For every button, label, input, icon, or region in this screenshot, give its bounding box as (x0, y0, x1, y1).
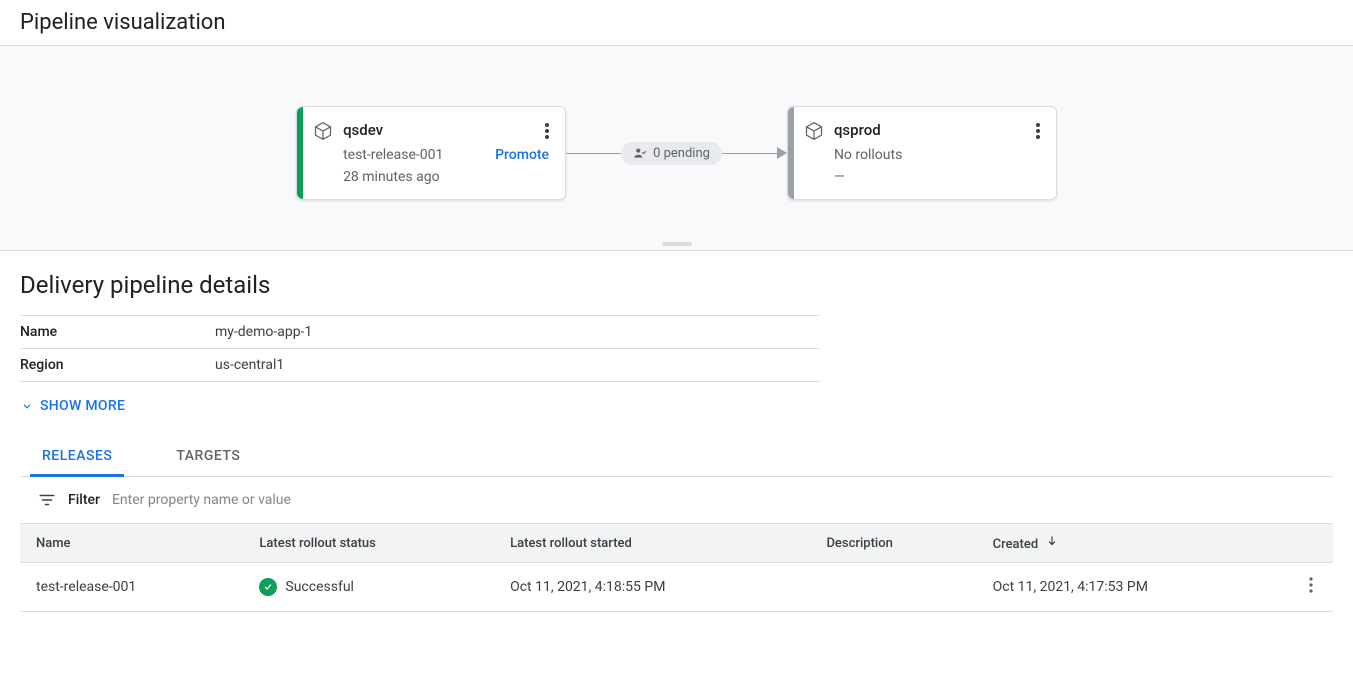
col-created[interactable]: Created (977, 524, 1293, 563)
pending-label: 0 pending (653, 146, 710, 161)
stage-menu-button[interactable] (1032, 119, 1044, 147)
stage-name: qsdev (343, 121, 549, 139)
tabs: RELEASES TARGETS (20, 438, 1333, 477)
stage-release: test-release-001 (343, 147, 443, 163)
cell-status: Successful (243, 563, 494, 612)
show-more-button[interactable]: SHOW MORE (20, 398, 1333, 414)
col-started[interactable]: Latest rollout started (494, 524, 810, 563)
success-icon (259, 578, 277, 596)
tab-releases[interactable]: RELEASES (30, 438, 124, 477)
detail-row-region: Region us-central1 (20, 349, 820, 382)
filter-bar: Filter (20, 477, 1333, 523)
detail-val: us-central1 (215, 349, 820, 382)
details-title: Delivery pipeline details (20, 271, 1333, 299)
stage-status-bar (788, 107, 794, 199)
stage-time: 28 minutes ago (343, 169, 549, 185)
detail-row-name: Name my-demo-app-1 (20, 316, 820, 349)
cell-name: test-release-001 (20, 563, 243, 612)
col-name[interactable]: Name (20, 524, 243, 563)
details-table: Name my-demo-app-1 Region us-central1 (20, 315, 820, 382)
cube-icon (804, 121, 824, 141)
cube-icon (313, 121, 333, 141)
stage-release: No rollouts (834, 147, 902, 163)
pending-chip[interactable]: 0 pending (621, 142, 722, 165)
col-created-label: Created (993, 537, 1039, 552)
details-section: Delivery pipeline details Name my-demo-a… (0, 251, 1353, 632)
person-check-icon (633, 146, 647, 160)
stage-name: qsprod (834, 121, 1040, 139)
row-menu-button[interactable] (1309, 581, 1313, 597)
stage-menu-button[interactable] (541, 119, 553, 147)
viz-title: Pipeline visualization (0, 0, 1353, 45)
chevron-down-icon (20, 399, 34, 413)
detail-val: my-demo-app-1 (215, 316, 820, 349)
table-row[interactable]: test-release-001 Successful Oct 11, 2021… (20, 563, 1333, 612)
sort-down-icon (1045, 537, 1059, 552)
filter-input[interactable] (112, 492, 412, 508)
cell-started: Oct 11, 2021, 4:18:55 PM (494, 563, 810, 612)
stage-card-qsprod[interactable]: qsprod No rollouts — (787, 106, 1057, 200)
stage-connector: 0 pending (566, 152, 787, 154)
stage-status-bar (297, 107, 303, 199)
col-status[interactable]: Latest rollout status (243, 524, 494, 563)
detail-key: Region (20, 349, 215, 382)
resize-handle[interactable] (662, 242, 692, 246)
detail-key: Name (20, 316, 215, 349)
status-text: Successful (285, 579, 354, 595)
pipeline-viz: qsdev test-release-001 Promote 28 minute… (0, 45, 1353, 251)
show-more-label: SHOW MORE (40, 398, 125, 414)
filter-icon (38, 491, 56, 509)
promote-button[interactable]: Promote (495, 147, 549, 163)
filter-label: Filter (68, 492, 100, 508)
releases-table: Name Latest rollout status Latest rollou… (20, 523, 1333, 612)
tab-targets[interactable]: TARGETS (164, 438, 252, 476)
stage-time: — (834, 169, 1040, 185)
cell-description (810, 563, 976, 612)
stage-card-qsdev[interactable]: qsdev test-release-001 Promote 28 minute… (296, 106, 566, 200)
cell-created: Oct 11, 2021, 4:17:53 PM (977, 563, 1293, 612)
col-description[interactable]: Description (810, 524, 976, 563)
